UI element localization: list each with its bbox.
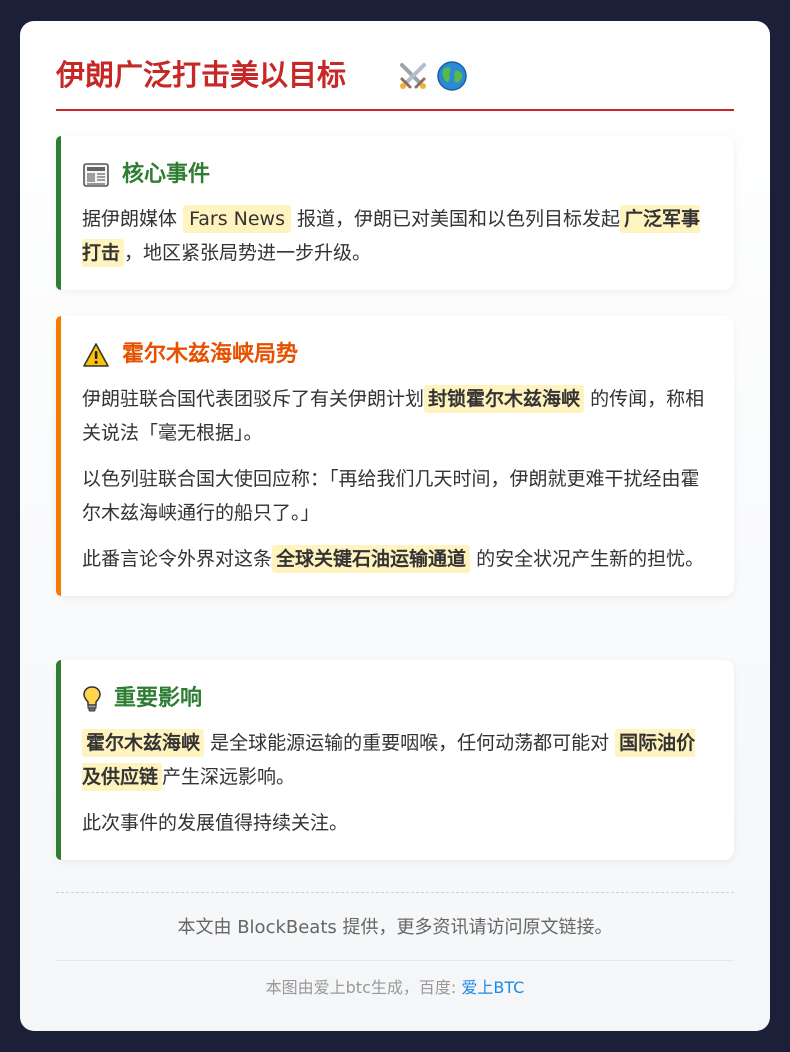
text-segment: ，地区紧张局势进一步升级。 — [124, 242, 372, 264]
newspaper-icon — [82, 162, 110, 188]
text-segment: 据伊朗媒体 — [82, 208, 178, 230]
section-core-event: 核心事件 据伊朗媒体 Fars News 报道，伊朗已对美国和以色列目标发起 广泛… — [56, 136, 734, 290]
highlight-source: Fars News — [183, 205, 291, 233]
section-paragraph: 霍尔木兹海峡 是全球能源运输的重要咽喉，任何动荡都可能对 国际油价及供应链 产生深… — [82, 726, 712, 794]
highlight-keyword: 封锁霍尔木兹海峡 — [424, 385, 585, 413]
lightbulb-icon — [82, 685, 102, 713]
highlight-keyword: 全球关键石油运输通道 — [272, 545, 471, 573]
section-header: 重要影响 — [82, 680, 712, 718]
section-paragraph: 据伊朗媒体 Fars News 报道，伊朗已对美国和以色列目标发起 广泛军事打击，… — [82, 202, 712, 270]
section-header: 核心事件 — [82, 156, 712, 194]
section-title: 核心事件 — [122, 162, 211, 187]
text-segment: 此番言论令外界对这条 — [82, 548, 273, 570]
credit-link[interactable]: 爱上BTC — [461, 978, 524, 997]
content-card: 伊朗广泛打击美以目标 核心事件 据伊朗媒体 Fars News 报道，伊朗已对美… — [20, 21, 770, 1031]
footer-divider — [56, 892, 734, 893]
section-paragraph: 伊朗驻联合国代表团驳斥了有关伊朗计划 封锁霍尔木兹海峡 的传闻，称相关说法「毫无根… — [82, 382, 712, 450]
header: 伊朗广泛打击美以目标 — [56, 21, 734, 111]
section-title: 霍尔木兹海峡局势 — [122, 342, 299, 367]
crossed-swords-icon — [396, 59, 430, 93]
section-impact: 重要影响 霍尔木兹海峡 是全球能源运输的重要咽喉，任何动荡都可能对 国际油价及供… — [56, 660, 734, 860]
warning-icon — [82, 342, 110, 368]
section-paragraph: 以色列驻联合国大使回应称：「再给我们几天时间，伊朗就更难干扰经由霍尔木兹海峡通行… — [82, 468, 700, 524]
credit-divider — [56, 960, 734, 961]
text-segment: 产生深远影响。 — [162, 766, 296, 788]
section-paragraph: 此番言论令外界对这条 全球关键石油运输通道 的安全状况产生新的担忧。 — [82, 542, 712, 576]
credit-text: 本图由爱上btc生成，百度: — [265, 978, 462, 997]
section-title: 重要影响 — [114, 686, 203, 711]
credit-line: 本图由爱上btc生成，百度: 爱上BTC — [56, 974, 734, 1002]
text-segment: 是全球能源运输的重要咽喉，任何动荡都可能对 — [210, 732, 610, 754]
globe-icon — [436, 60, 468, 92]
text-segment: 报道，伊朗已对美国和以色列目标发起 — [297, 208, 621, 230]
section-header: 霍尔木兹海峡局势 — [82, 336, 712, 374]
text-segment: 的安全状况产生新的担忧。 — [476, 548, 705, 570]
highlight-keyword: 霍尔木兹海峡 — [82, 729, 205, 757]
text-segment: 伊朗驻联合国代表团驳斥了有关伊朗计划 — [82, 388, 425, 410]
footer-source: 本文由 BlockBeats 提供，更多资讯请访问原文链接。 — [177, 917, 613, 938]
section-paragraph: 此次事件的发展值得持续关注。 — [82, 812, 349, 834]
page-title: 伊朗广泛打击美以目标 — [56, 58, 347, 92]
title-icons — [396, 59, 468, 93]
section-hormuz: 霍尔木兹海峡局势 伊朗驻联合国代表团驳斥了有关伊朗计划 封锁霍尔木兹海峡 的传闻，… — [56, 316, 734, 596]
